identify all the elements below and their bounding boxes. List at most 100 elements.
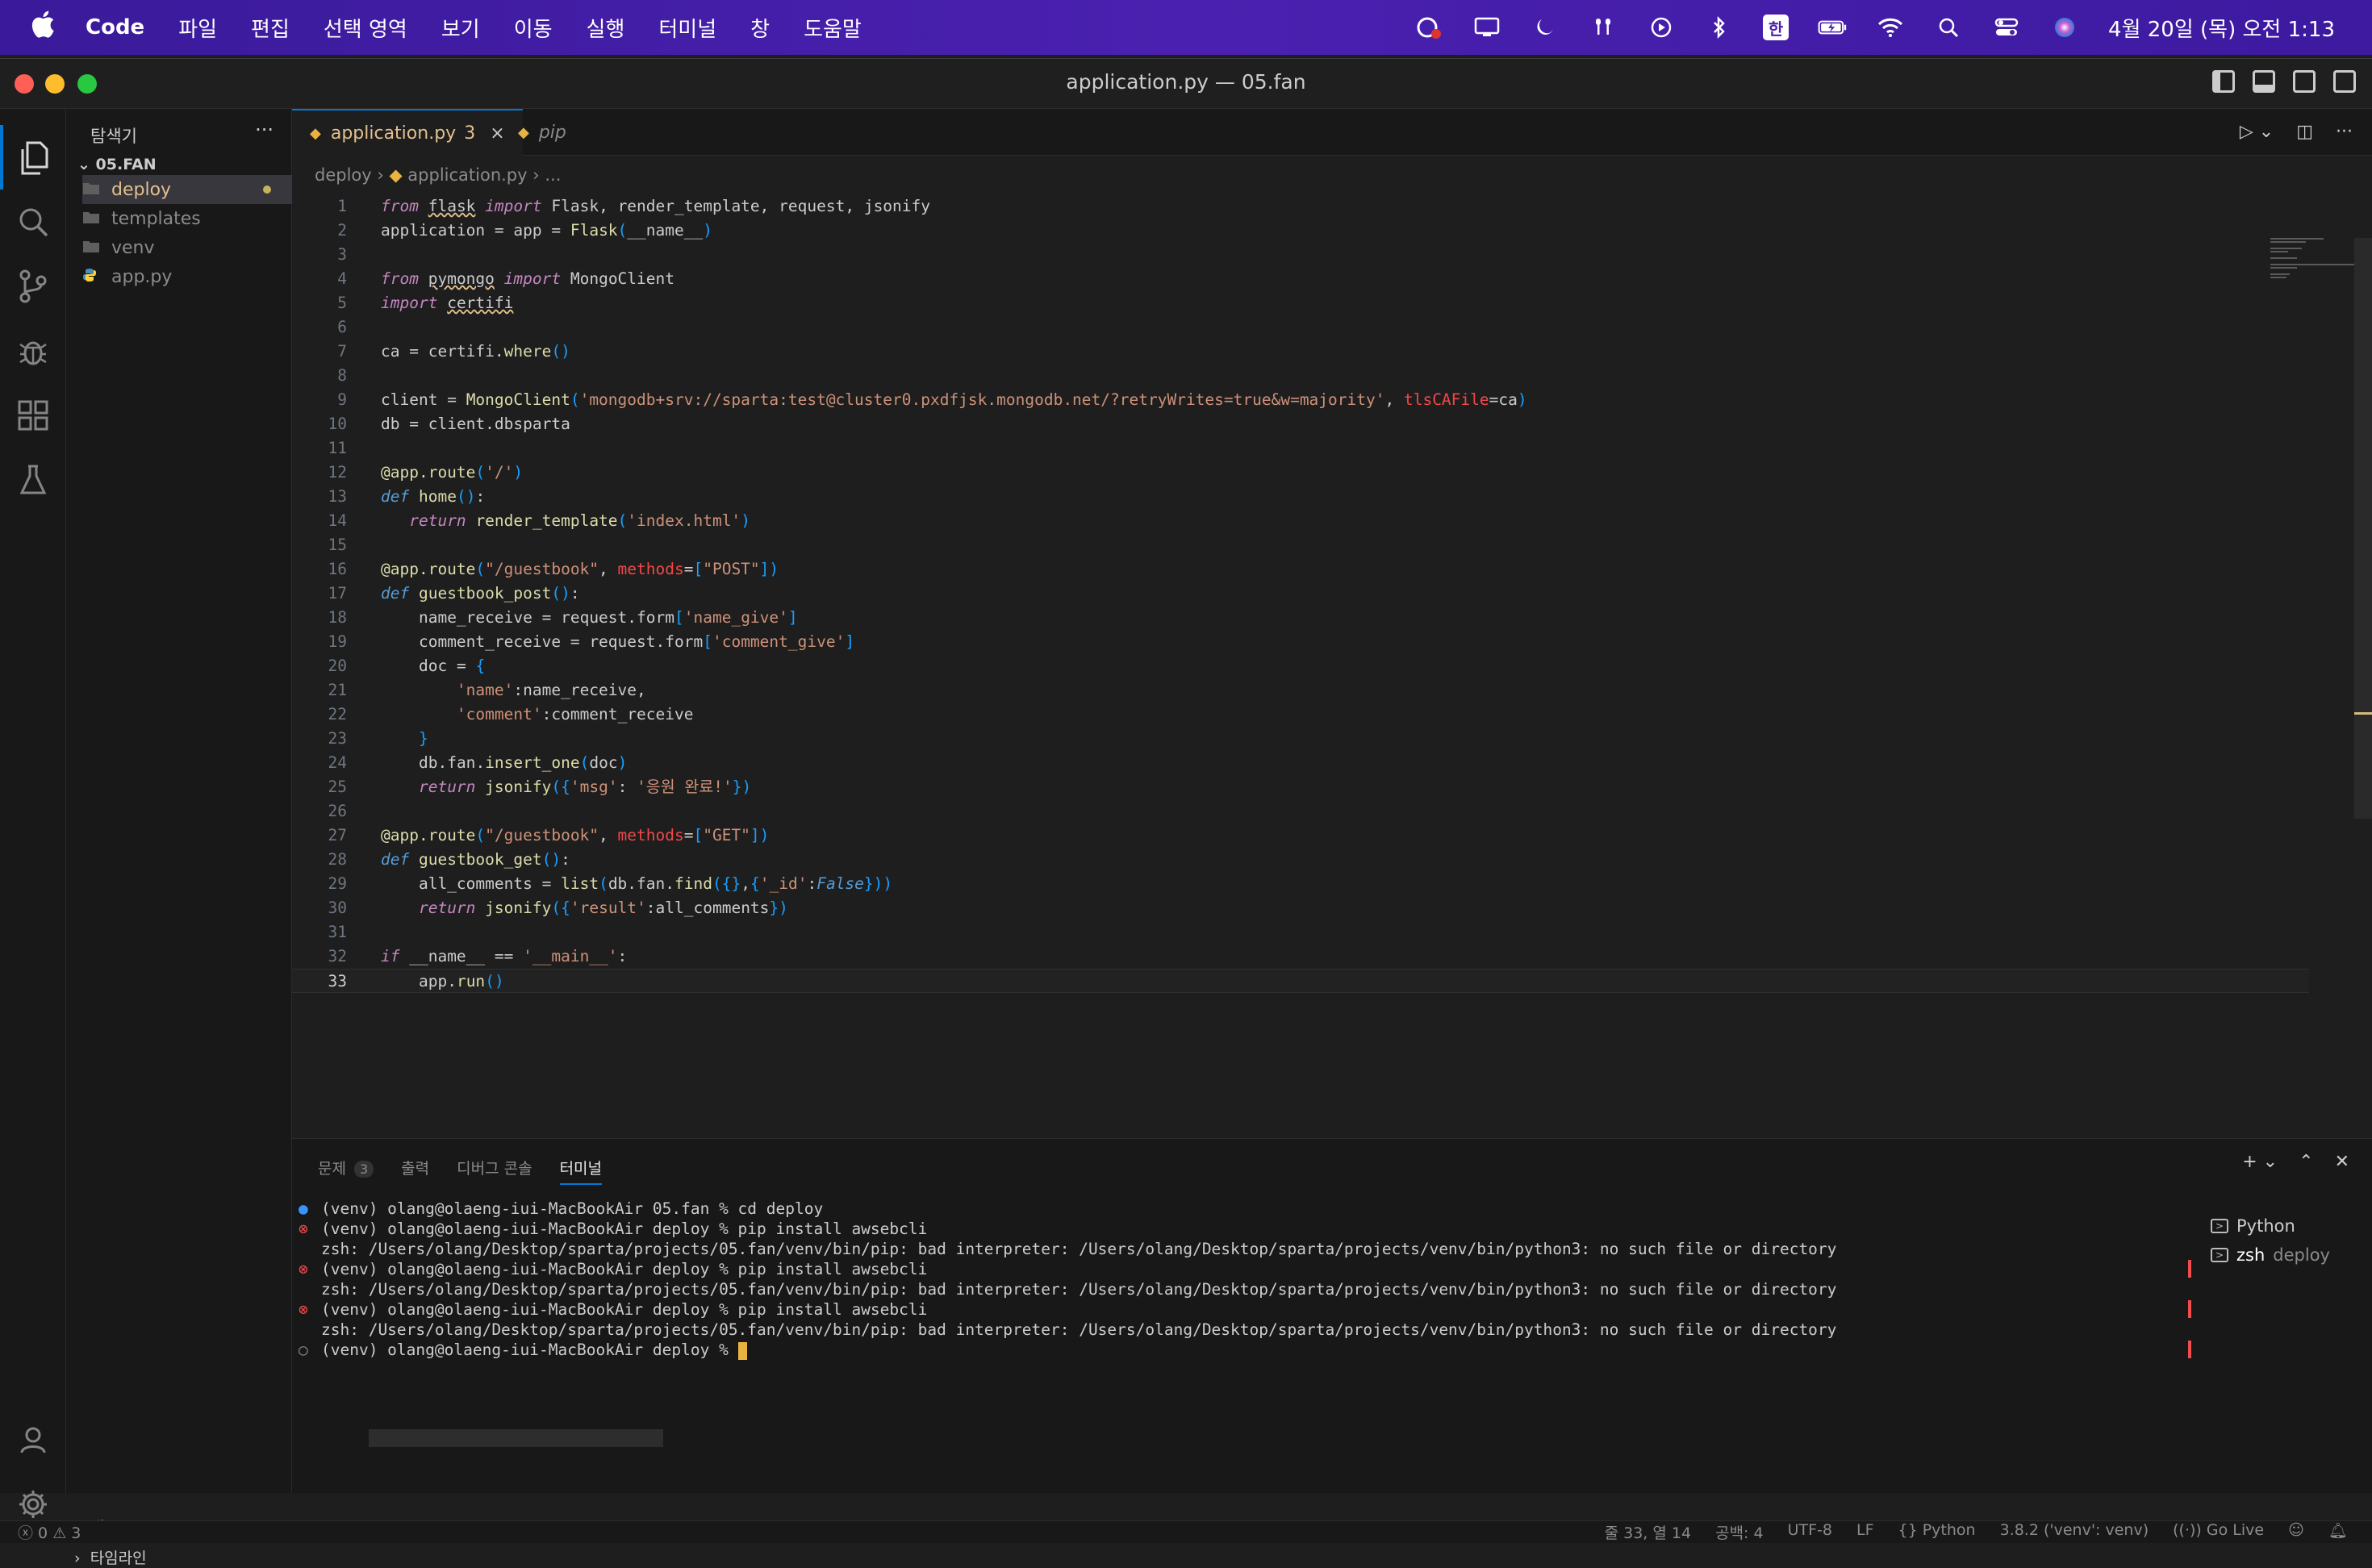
tree-item-app-py[interactable]: app.py — [82, 262, 292, 291]
code-line[interactable]: 1 from flask import Flask, render_templat… — [292, 194, 2309, 219]
code-line[interactable]: 4 from pymongo import MongoClient — [292, 267, 2309, 291]
airpods-icon[interactable] — [1589, 13, 1618, 42]
explorer-more-icon[interactable]: ··· — [255, 119, 274, 141]
code-line[interactable]: 3 — [292, 243, 2309, 267]
code-line[interactable]: 28 def guestbook_get(): — [292, 848, 2309, 872]
code-line[interactable]: 30 return jsonify({'result':all_comments… — [292, 896, 2309, 920]
tab-terminal[interactable]: 터미널 — [559, 1157, 603, 1185]
maximize-panel-icon[interactable]: ⌃ — [2299, 1152, 2313, 1172]
apple-menu-icon[interactable] — [31, 10, 63, 44]
menu-terminal[interactable]: 터미널 — [658, 13, 716, 43]
focus-moon-icon[interactable] — [1531, 13, 1560, 42]
code-line[interactable]: 26 — [292, 799, 2309, 824]
code-line[interactable]: 19 comment_receive = request.form['comme… — [292, 630, 2309, 654]
code-line[interactable]: 10 db = client.dbsparta — [292, 412, 2309, 436]
timeline-section-header[interactable]: › 타임라인 — [74, 1546, 147, 1568]
end-of-line[interactable]: LF — [1856, 1521, 1874, 1543]
terminal-horizontal-scrollbar[interactable] — [369, 1429, 663, 1447]
code-line[interactable]: 18 name_receive = request.form['name_giv… — [292, 606, 2309, 630]
extensions-icon[interactable] — [0, 383, 66, 448]
toggle-panel-icon[interactable] — [2253, 70, 2275, 93]
code-line[interactable]: 11 — [292, 436, 2309, 461]
code-line[interactable]: 27 @app.route("/guestbook", methods=["GET… — [292, 824, 2309, 848]
notifications-bell-icon[interactable]: 🔔︎ — [2328, 1521, 2348, 1543]
tab-application-py[interactable]: ◆ application.py 3 × — [292, 109, 523, 156]
tab-problems[interactable]: 문제 3 — [318, 1157, 374, 1185]
code-line[interactable]: 5 import certifi — [292, 291, 2309, 315]
tab-pip[interactable]: ◆ pip — [500, 109, 584, 156]
terminal-item-zsh[interactable]: > zsh deploy — [2211, 1241, 2348, 1270]
problems-status[interactable]: ⓧ 0 ⚠ 3 — [18, 1521, 81, 1543]
code-line[interactable]: 13 def home(): — [292, 485, 2309, 509]
code-line[interactable]: 24 db.fan.insert_one(doc) — [292, 751, 2309, 775]
tab-output[interactable]: 출력 — [401, 1157, 429, 1185]
siri-icon[interactable] — [2050, 13, 2079, 42]
workspace-folder-header[interactable]: ⌄ 05.FAN — [77, 156, 157, 173]
code-line[interactable]: 25 return jsonify({'msg': '응원 완료!'}) — [292, 775, 2309, 799]
python-interpreter[interactable]: 3.8.2 ('venv': venv) — [2000, 1521, 2149, 1543]
control-center-icon[interactable] — [1992, 13, 2021, 42]
spotlight-search-icon[interactable] — [1934, 13, 1963, 42]
tree-item-venv[interactable]: venv — [82, 233, 292, 262]
play-circle-icon[interactable] — [1647, 13, 1676, 42]
new-terminal-icon[interactable]: + ⌄ — [2242, 1152, 2278, 1172]
menu-window[interactable]: 창 — [750, 13, 770, 43]
code-line[interactable]: 17 def guestbook_post(): — [292, 582, 2309, 606]
code-line[interactable]: 22 'comment':comment_receive — [292, 703, 2309, 727]
run-python-file-icon[interactable]: ▷ ⌄ — [2240, 122, 2274, 142]
input-source-icon[interactable]: 한 — [1763, 15, 1789, 40]
code-line[interactable]: 20 doc = { — [292, 654, 2309, 678]
code-line[interactable]: 12 @app.route('/') — [292, 461, 2309, 485]
battery-icon[interactable] — [1818, 13, 1847, 42]
code-line[interactable]: 8 — [292, 364, 2309, 388]
run-debug-icon[interactable] — [0, 319, 66, 383]
file-encoding[interactable]: UTF-8 — [1788, 1521, 1832, 1543]
tree-item-templates[interactable]: templates — [82, 204, 292, 233]
testing-flask-icon[interactable] — [0, 448, 66, 512]
account-icon[interactable] — [0, 1407, 66, 1472]
minimap[interactable] — [2270, 238, 2359, 286]
menu-go[interactable]: 이동 — [514, 13, 553, 43]
code-line[interactable]: 23 } — [292, 727, 2309, 751]
code-line[interactable]: 7 ca = certifi.where() — [292, 340, 2309, 364]
go-live-button[interactable]: ((·)) Go Live — [2173, 1521, 2264, 1543]
bluetooth-icon[interactable] — [1705, 13, 1734, 42]
close-panel-icon[interactable]: ✕ — [2335, 1152, 2349, 1172]
menu-selection[interactable]: 선택 영역 — [324, 13, 407, 43]
breadcrumb-file[interactable]: application.py — [407, 165, 527, 185]
breadcrumb-folder[interactable]: deploy — [315, 165, 372, 185]
menu-app-code[interactable]: Code — [86, 15, 144, 40]
explorer-icon[interactable] — [0, 125, 66, 190]
code-line[interactable]: 2 application = app = Flask(__name__) — [292, 219, 2309, 243]
code-line[interactable]: 33 app.run() — [292, 969, 2309, 993]
terminal-item-python[interactable]: > Python — [2211, 1211, 2348, 1241]
tab-debug-console[interactable]: 디버그 콘솔 — [457, 1157, 532, 1185]
toggle-secondary-sidebar-icon[interactable] — [2293, 70, 2316, 93]
cursor-position[interactable]: 줄 33, 열 14 — [1605, 1521, 1691, 1543]
editor-more-icon[interactable]: ··· — [2336, 122, 2353, 142]
code-line[interactable]: 31 — [292, 920, 2309, 945]
code-line[interactable]: 16 @app.route("/guestbook", methods=["POS… — [292, 557, 2309, 582]
indentation[interactable]: 공백: 4 — [1715, 1521, 1764, 1543]
editor-vertical-scrollbar[interactable] — [2354, 238, 2372, 819]
menu-view[interactable]: 보기 — [441, 13, 480, 43]
customize-layout-icon[interactable] — [2333, 70, 2356, 93]
code-line[interactable]: 15 — [292, 533, 2309, 557]
creative-cloud-icon[interactable] — [1414, 13, 1443, 42]
code-line[interactable]: 21 'name':name_receive, — [292, 678, 2309, 703]
search-icon[interactable] — [0, 190, 66, 254]
breadcrumb-symbols[interactable]: ... — [545, 165, 561, 185]
tree-item-deploy[interactable]: deploy — [82, 175, 292, 204]
code-line[interactable]: 9 client = MongoClient('mongodb+srv://spa… — [292, 388, 2309, 412]
source-control-icon[interactable] — [0, 254, 66, 319]
code-line[interactable]: 14 return render_template('index.html') — [292, 509, 2309, 533]
menu-edit[interactable]: 편집 — [251, 13, 290, 43]
menu-file[interactable]: 파일 — [178, 13, 217, 43]
feedback-icon[interactable]: ☺ — [2288, 1521, 2304, 1543]
language-mode[interactable]: {} Python — [1898, 1521, 1976, 1543]
menu-help[interactable]: 도움말 — [804, 13, 862, 43]
code-line[interactable]: 32 if __name__ == '__main__': — [292, 945, 2309, 969]
split-editor-icon[interactable]: ◫ — [2296, 122, 2313, 142]
code-line[interactable]: 6 — [292, 315, 2309, 340]
menu-run[interactable]: 실행 — [587, 13, 625, 43]
